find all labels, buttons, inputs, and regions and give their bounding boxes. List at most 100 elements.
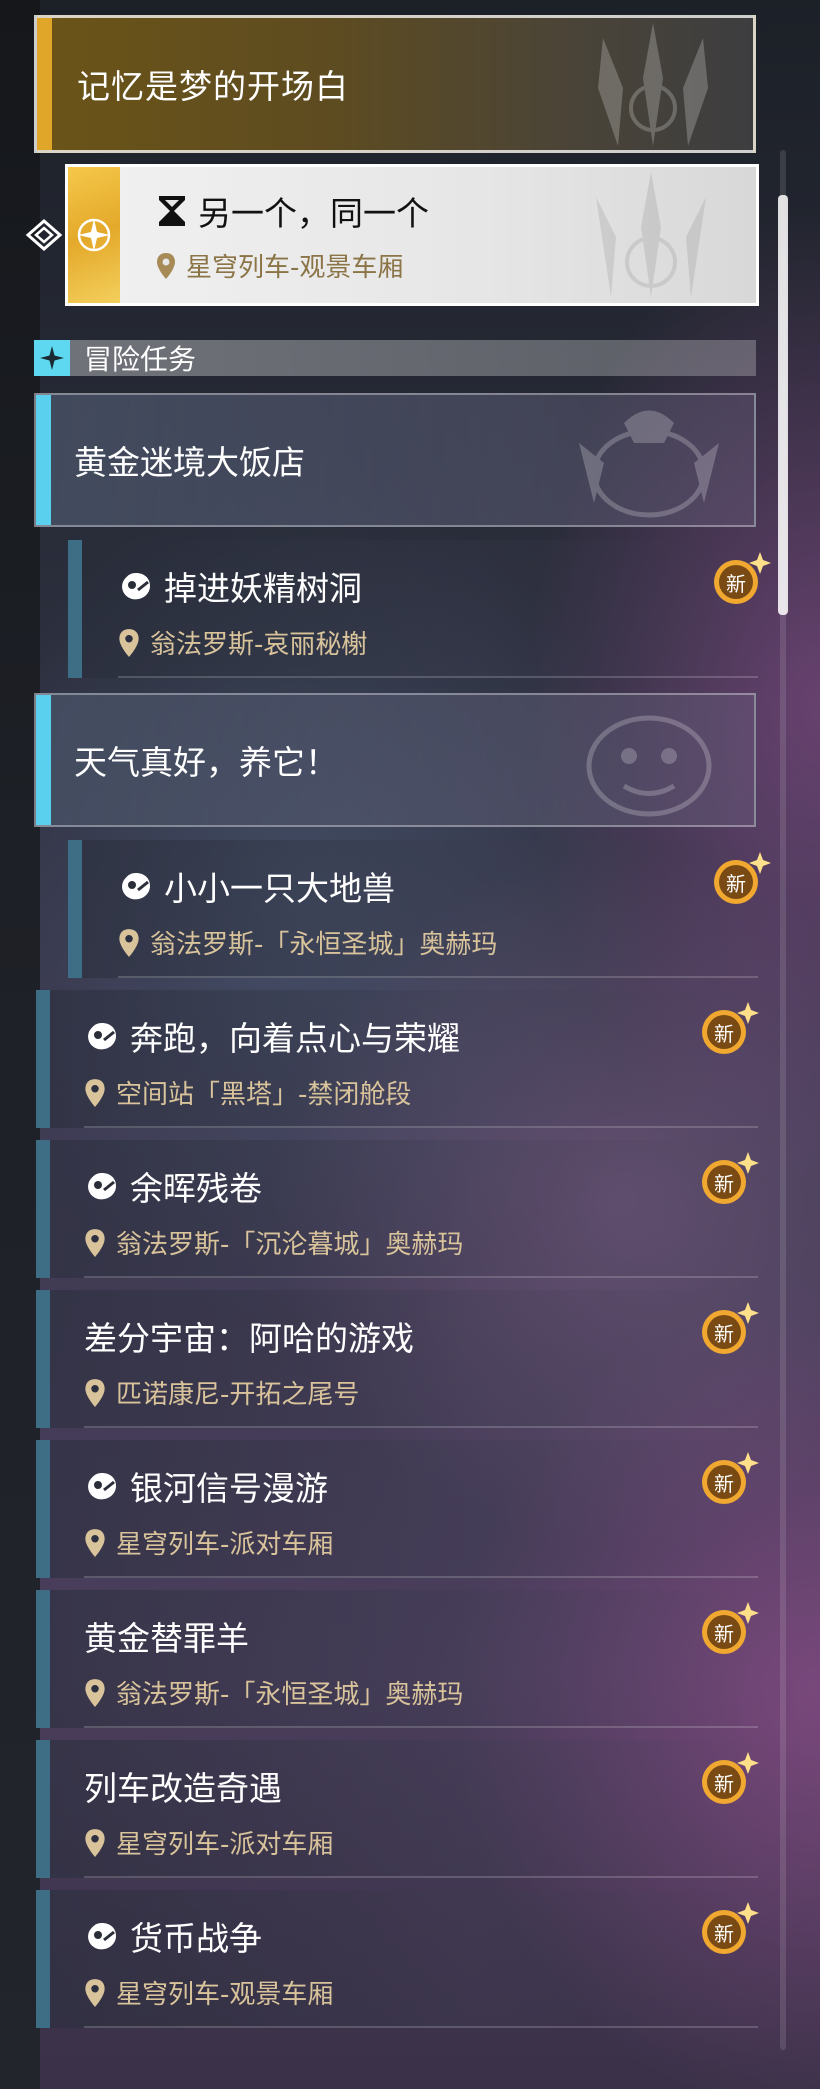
group-emblem-icon: [586, 715, 712, 817]
quest-bar: [68, 540, 82, 678]
quest-item[interactable]: 余晖残卷 翁法罗斯-「沉沦暮城」奥赫玛 新: [36, 1140, 759, 1278]
quest-location-row: 星穹列车-派对车厢: [84, 1524, 333, 1561]
quest-item[interactable]: 奔跑，向着点心与荣耀 空间站「黑塔」-禁闭舱段 新: [36, 990, 759, 1128]
location-pin-icon: [85, 1078, 105, 1107]
adventure-icon: [122, 573, 150, 600]
quest-title: 差分宇宙：阿哈的游戏: [84, 1319, 414, 1358]
adventure-icon: [122, 873, 150, 900]
quest-divider: [84, 1726, 758, 1728]
badge-label: 新: [714, 1772, 734, 1796]
quest-title-row: 列车改造奇遇: [84, 1762, 282, 1810]
adventure-section-header: 冒险任务: [34, 340, 756, 376]
quest-title: 余晖残卷: [130, 1169, 262, 1208]
quest-item[interactable]: 银河信号漫游 星穹列车-派对车厢 新: [36, 1440, 759, 1578]
quest-divider: [84, 1276, 758, 1278]
quest-item[interactable]: 黄金替罪羊 翁法罗斯-「永恒圣城」奥赫玛 新: [36, 1590, 759, 1728]
quest-location: 翁法罗斯-「永恒圣城」奥赫玛: [150, 930, 498, 960]
group-emblem-icon: [579, 410, 719, 518]
quest-title: 奔跑，向着点心与荣耀: [130, 1019, 460, 1058]
hourglass-icon: [159, 196, 185, 226]
quest-group-card[interactable]: 天气真好，养它！: [34, 693, 756, 827]
quest-divider: [84, 1426, 758, 1428]
sub-story-emblem-icon: [596, 172, 706, 297]
quest-location: 翁法罗斯-哀丽秘榭: [150, 630, 368, 660]
section-label: 冒险任务: [84, 343, 197, 376]
quest-location-row: 翁法罗斯-「永恒圣城」奥赫玛: [84, 1674, 463, 1711]
sub-quest-location: 星穹列车-观景车厢: [186, 253, 404, 283]
location-pin-icon: [85, 1978, 105, 2007]
quest-title: 列车改造奇遇: [84, 1769, 282, 1808]
sub-quest-title-row: 另一个，同一个: [156, 187, 429, 235]
section-icon-box: [34, 340, 70, 376]
new-badge-icon: 新: [702, 1452, 759, 1504]
quest-title-row: 货币战争: [84, 1912, 262, 1960]
quest-location: 星穹列车-派对车厢: [116, 1530, 334, 1560]
badge-label: 新: [714, 1172, 734, 1196]
new-badge-icon: 新: [702, 1002, 759, 1054]
quest-location: 翁法罗斯-「永恒圣城」奥赫玛: [116, 1680, 464, 1710]
adventure-icon: [88, 1023, 116, 1050]
quest-item[interactable]: 小小一只大地兽 翁法罗斯-「永恒圣城」奥赫玛 新: [68, 840, 771, 978]
quest-title-row: 黄金替罪羊: [84, 1612, 249, 1660]
badge-label: 新: [714, 1922, 734, 1946]
group-accent: [36, 395, 51, 525]
quest-location: 翁法罗斯-「沉沦暮城」奥赫玛: [116, 1230, 464, 1260]
quest-bar: [36, 1290, 50, 1428]
quest-divider: [84, 1876, 758, 1878]
badge-label: 新: [714, 1322, 734, 1346]
quest-title-row: 小小一只大地兽: [118, 862, 395, 910]
quest-bar: [36, 1740, 50, 1878]
quest-location: 星穹列车-观景车厢: [116, 1980, 334, 2010]
quest-title-row: 余晖残卷: [84, 1162, 262, 1210]
quest-title: 黄金替罪羊: [84, 1619, 249, 1658]
quest-bar: [36, 1140, 50, 1278]
quest-title: 银河信号漫游: [130, 1469, 328, 1508]
location-pin-icon: [157, 252, 175, 279]
quest-location-row: 翁法罗斯-哀丽秘榭: [118, 624, 367, 661]
quest-location-row: 星穹列车-派对车厢: [84, 1824, 333, 1861]
quest-title: 小小一只大地兽: [164, 869, 395, 908]
quest-bar: [68, 840, 82, 978]
main-story-card[interactable]: 记忆是梦的开场白: [34, 15, 756, 153]
trailblaze-icon: [77, 218, 111, 252]
quest-location-row: 匹诺康尼-开拓之尾号: [84, 1374, 359, 1411]
new-badge-icon: 新: [714, 852, 771, 904]
sub-quest-location-row: 星穹列车-观景车厢: [156, 247, 403, 284]
location-pin-icon: [119, 628, 139, 657]
quest-location-row: 星穹列车-观景车厢: [84, 1974, 333, 2011]
quest-item[interactable]: 差分宇宙：阿哈的游戏 匹诺康尼-开拓之尾号 新: [36, 1290, 759, 1428]
quest-group-card[interactable]: 黄金迷境大饭店: [34, 393, 756, 527]
location-pin-icon: [85, 1828, 105, 1857]
main-story-accent: [37, 18, 52, 150]
new-badge-icon: 新: [702, 1602, 759, 1654]
new-badge-icon: 新: [702, 1152, 759, 1204]
adventure-icon: [88, 1923, 116, 1950]
quest-location-row: 翁法罗斯-「沉沦暮城」奥赫玛: [84, 1224, 463, 1261]
new-badge-icon: 新: [702, 1302, 759, 1354]
tracking-indicator-icon: [25, 219, 63, 251]
main-sub-quest-card[interactable]: 另一个，同一个 星穹列车-观景车厢: [65, 164, 759, 306]
quest-title-row: 奔跑，向着点心与荣耀: [84, 1012, 460, 1060]
quest-item[interactable]: 掉进妖精树洞 翁法罗斯-哀丽秘榭 新: [68, 540, 771, 678]
quest-bar: [36, 1590, 50, 1728]
location-pin-icon: [85, 1678, 105, 1707]
new-badge-icon: 新: [714, 552, 771, 604]
quest-location-row: 空间站「黑塔」-禁闭舱段: [84, 1074, 411, 1111]
quest-divider: [84, 1576, 758, 1578]
location-pin-icon: [85, 1528, 105, 1557]
quest-item[interactable]: 列车改造奇遇 星穹列车-派对车厢 新: [36, 1740, 759, 1878]
quest-divider: [84, 2026, 758, 2028]
quest-bar: [36, 1440, 50, 1578]
quest-location: 星穹列车-派对车厢: [116, 1830, 334, 1860]
left-rail: [0, 0, 40, 2089]
quest-location: 空间站「黑塔」-禁闭舱段: [116, 1080, 412, 1110]
quest-bar: [36, 1890, 50, 2028]
quest-title-row: 差分宇宙：阿哈的游戏: [84, 1312, 414, 1360]
quest-title: 掉进妖精树洞: [164, 569, 362, 608]
location-pin-icon: [85, 1378, 105, 1407]
quest-item[interactable]: 货币战争 星穹列车-观景车厢 新: [36, 1890, 759, 2028]
quest-location-row: 翁法罗斯-「永恒圣城」奥赫玛: [118, 924, 497, 961]
sub-quest-title: 另一个，同一个: [198, 194, 429, 233]
scrollbar-thumb[interactable]: [778, 195, 788, 615]
adventure-icon: [88, 1173, 116, 1200]
